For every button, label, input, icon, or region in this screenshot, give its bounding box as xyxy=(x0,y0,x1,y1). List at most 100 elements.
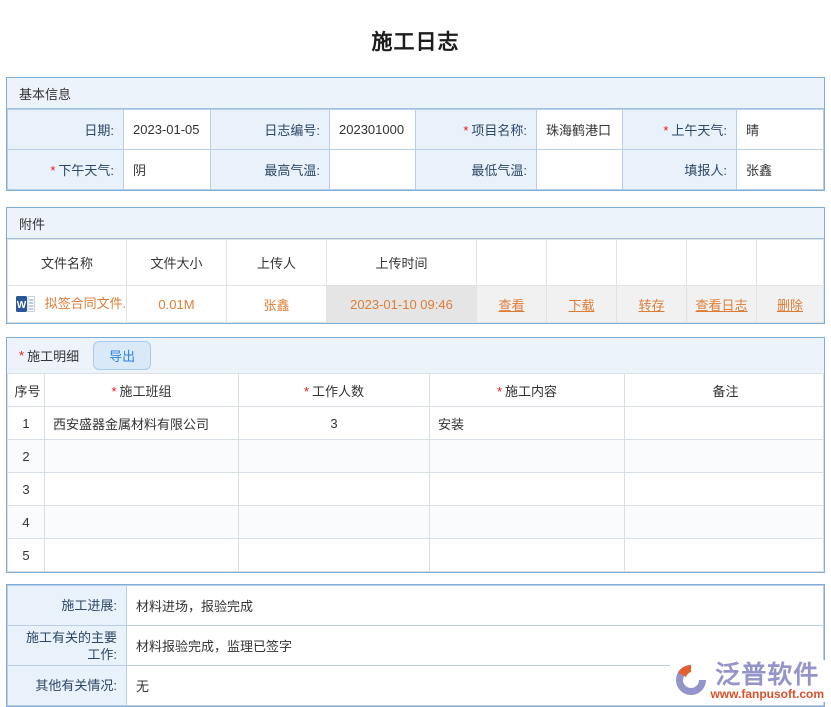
save-as-link[interactable]: 转存 xyxy=(638,298,664,313)
field-label-max-temp: 最高气温: xyxy=(211,150,330,190)
col-header-remark: 备注 xyxy=(625,374,824,407)
col-header-upload-time: 上传时间 xyxy=(327,240,477,286)
col-header-action-1 xyxy=(477,240,547,286)
detail-seq: 3 xyxy=(8,473,45,506)
col-header-action-4 xyxy=(687,240,757,286)
summary-label-other: 其他有关情况: xyxy=(8,666,127,706)
detail-seq: 4 xyxy=(8,506,45,539)
detail-seq: 5 xyxy=(8,539,45,572)
detail-row-5: 5 xyxy=(8,539,824,572)
word-file-icon: W xyxy=(16,296,35,315)
detail-content xyxy=(430,539,625,572)
detail-row-3: 3 xyxy=(8,473,824,506)
detail-row-4: 4 xyxy=(8,506,824,539)
field-label-reporter: 填报人: xyxy=(623,150,737,190)
col-header-seq: 序号 xyxy=(8,374,45,407)
download-link[interactable]: 下载 xyxy=(568,298,594,313)
fanpu-logo-icon xyxy=(672,661,710,701)
field-value-reporter: 张鑫 xyxy=(737,150,824,190)
field-label-project-name: *项目名称: xyxy=(416,110,537,150)
field-value-morning-weather: 晴 xyxy=(737,110,824,150)
detail-row-1: 1 西安盛器金属材料有限公司 3 安装 xyxy=(8,407,824,440)
summary-label-progress: 施工进展: xyxy=(8,586,127,626)
attachment-row: W 拟签合同文件. 0.01M 张鑫 2023-01-10 09:46 查看 下… xyxy=(8,286,824,323)
view-link[interactable]: 查看 xyxy=(498,298,524,313)
detail-team: 西安盛器金属材料有限公司 xyxy=(45,407,239,440)
field-value-date: 2023-01-05 xyxy=(124,110,211,150)
detail-content xyxy=(430,473,625,506)
basic-info-section-title: 基本信息 xyxy=(7,78,824,109)
brand-watermark: 泛普软件 www.fanpusoft.com xyxy=(670,660,826,702)
field-value-afternoon-weather: 阴 xyxy=(124,150,211,190)
detail-workers xyxy=(239,506,430,539)
field-label-date: 日期: xyxy=(8,110,124,150)
construction-detail-section-title: * 施工明细 导出 xyxy=(7,338,824,373)
attachments-section-title: 附件 xyxy=(7,208,824,239)
field-value-min-temp xyxy=(537,150,623,190)
detail-workers xyxy=(239,440,430,473)
col-header-content: *施工内容 xyxy=(430,374,625,407)
detail-remark xyxy=(625,407,824,440)
col-header-action-5 xyxy=(757,240,824,286)
required-marker: * xyxy=(50,163,55,178)
detail-remark xyxy=(625,440,824,473)
field-label-morning-weather: *上午天气: xyxy=(623,110,737,150)
required-marker: * xyxy=(463,123,468,138)
detail-content xyxy=(430,440,625,473)
detail-content xyxy=(430,506,625,539)
field-label-min-temp: 最低气温: xyxy=(416,150,537,190)
detail-workers xyxy=(239,473,430,506)
field-label-afternoon-weather: *下午天气: xyxy=(8,150,124,190)
attachments-title-text: 附件 xyxy=(19,214,45,233)
detail-team xyxy=(45,440,239,473)
summary-label-main-work: 施工有关的主要工作: xyxy=(8,626,127,666)
attachment-file-size: 0.01M xyxy=(127,286,227,323)
attachment-action-download-cell: 下载 xyxy=(547,286,617,323)
detail-remark xyxy=(625,473,824,506)
col-header-team: *施工班组 xyxy=(45,374,239,407)
attachment-file-name-link[interactable]: 拟签合同文件. xyxy=(45,296,127,311)
attachments-section: 附件 文件名称 文件大小 上传人 上传时间 W xyxy=(6,207,825,324)
detail-title-text: 施工明细 xyxy=(27,346,79,365)
attachment-action-view-cell: 查看 xyxy=(477,286,547,323)
basic-info-section: 基本信息 日期: 2023-01-05 日志编号: 202301000 *项目名… xyxy=(6,77,825,191)
view-log-link[interactable]: 查看日志 xyxy=(695,298,747,313)
construction-detail-table: 序号 *施工班组 *工作人数 *施工内容 备注 1 西安盛器金属材料有限公司 3… xyxy=(7,373,824,572)
attachment-action-viewlog-cell: 查看日志 xyxy=(687,286,757,323)
field-value-max-temp xyxy=(330,150,416,190)
field-value-project-name: 珠海鹤港口 xyxy=(537,110,623,150)
detail-content: 安装 xyxy=(430,407,625,440)
brand-text: 泛普软件 www.fanpusoft.com xyxy=(710,662,824,701)
field-label-log-no: 日志编号: xyxy=(211,110,330,150)
detail-seq: 2 xyxy=(8,440,45,473)
brand-website: www.fanpusoft.com xyxy=(710,688,824,701)
col-header-uploader: 上传人 xyxy=(227,240,327,286)
export-button[interactable]: 导出 xyxy=(93,341,151,370)
basic-info-title-text: 基本信息 xyxy=(19,84,71,103)
required-marker: * xyxy=(19,348,24,363)
detail-remark xyxy=(625,506,824,539)
detail-workers xyxy=(239,539,430,572)
basic-info-table: 日期: 2023-01-05 日志编号: 202301000 *项目名称: 珠海… xyxy=(7,109,824,190)
col-header-file-size: 文件大小 xyxy=(127,240,227,286)
brand-name: 泛普软件 xyxy=(715,662,819,688)
detail-team xyxy=(45,506,239,539)
detail-team xyxy=(45,539,239,572)
detail-remark xyxy=(625,539,824,572)
field-value-log-no: 202301000 xyxy=(330,110,416,150)
detail-team xyxy=(45,473,239,506)
delete-link[interactable]: 删除 xyxy=(777,298,803,313)
detail-seq: 1 xyxy=(8,407,45,440)
attachment-uploader: 张鑫 xyxy=(227,286,327,323)
attachment-upload-time: 2023-01-10 09:46 xyxy=(327,286,477,323)
attachment-action-delete-cell: 删除 xyxy=(757,286,824,323)
attachment-file-cell: W 拟签合同文件. xyxy=(8,286,127,323)
attachments-table: 文件名称 文件大小 上传人 上传时间 W xyxy=(7,239,824,323)
detail-workers: 3 xyxy=(239,407,430,440)
detail-row-2: 2 xyxy=(8,440,824,473)
svg-text:W: W xyxy=(17,300,27,311)
construction-detail-section: * 施工明细 导出 序号 *施工班组 *工作人数 *施工内容 备注 1 西安盛器… xyxy=(6,337,825,573)
summary-value-progress: 材料进场，报验完成 xyxy=(127,586,824,626)
col-header-action-3 xyxy=(617,240,687,286)
col-header-action-2 xyxy=(547,240,617,286)
